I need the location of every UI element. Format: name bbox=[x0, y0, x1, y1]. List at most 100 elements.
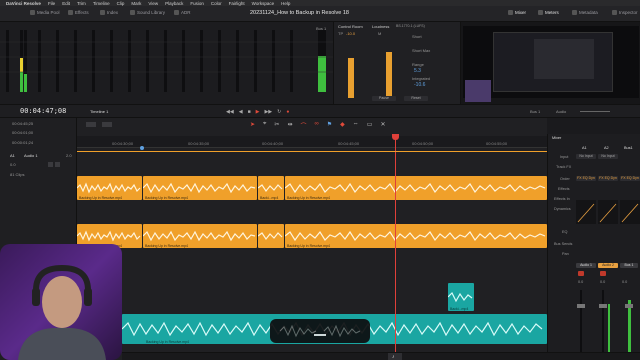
solo-button[interactable] bbox=[48, 162, 53, 167]
pointer-tool-icon[interactable]: ➤ bbox=[250, 121, 255, 130]
timeline-ruler[interactable] bbox=[77, 136, 547, 148]
fader-knob-bus1[interactable] bbox=[625, 304, 633, 308]
audio-label[interactable]: Audio bbox=[556, 109, 566, 114]
volume-slider[interactable] bbox=[580, 111, 610, 112]
record-icon[interactable]: ● bbox=[286, 109, 289, 115]
timeline-marker[interactable] bbox=[140, 146, 144, 150]
waveform bbox=[77, 230, 141, 242]
range-tool-icon[interactable]: ⌖ bbox=[263, 121, 266, 130]
zoom-icon[interactable]: ⇔ bbox=[353, 121, 359, 130]
video-viewer[interactable] bbox=[460, 22, 640, 104]
fader-track-a1[interactable] bbox=[580, 290, 582, 356]
tab-meters[interactable]: Meters bbox=[538, 10, 559, 15]
menu-clip[interactable]: Clip bbox=[117, 1, 125, 6]
loop-icon[interactable]: ↻ bbox=[277, 109, 281, 115]
marker-icon[interactable]: ◆ bbox=[340, 121, 345, 130]
order-a1[interactable]: FX EQ Dyn bbox=[576, 176, 596, 181]
tab-index[interactable]: Index bbox=[100, 10, 118, 15]
fit-icon[interactable]: ✕ bbox=[380, 121, 385, 130]
menu-view[interactable]: View bbox=[148, 1, 158, 6]
channel-name-bus1[interactable]: Bus 1 bbox=[620, 263, 638, 268]
tab-effects[interactable]: Effects bbox=[68, 10, 89, 15]
mixer-mute-a1[interactable] bbox=[578, 271, 584, 276]
timecode-display: 00:04:47;08 bbox=[20, 107, 67, 115]
audio-clip[interactable]: Backing Up in Resolve.mp4 bbox=[143, 224, 257, 248]
pan-label: Pan bbox=[562, 252, 569, 256]
viewer-webcam-thumb bbox=[465, 80, 491, 102]
sound-library-icon bbox=[130, 10, 135, 15]
tab-sound-library[interactable]: Sound Library bbox=[130, 10, 165, 15]
audio-clip[interactable]: Backi...mp4 bbox=[258, 176, 284, 200]
rewind-icon[interactable]: ◀◀ bbox=[226, 109, 234, 115]
audio-clip[interactable]: Backing Up in Resolve.mp4 bbox=[285, 176, 547, 200]
play-icon[interactable]: ▶ bbox=[256, 109, 260, 115]
menu-trim[interactable]: Trim bbox=[77, 1, 86, 6]
tab-inspector-label: Inspector bbox=[619, 10, 638, 15]
toolbar: Media Pool Effects Index Sound Library A… bbox=[0, 6, 640, 22]
input-select-a1[interactable]: No Input bbox=[576, 154, 596, 159]
nested-screen bbox=[493, 32, 613, 92]
audio-clip[interactable]: Backing Up in Resolve.mp4 bbox=[143, 176, 257, 200]
tab-mixer[interactable]: Mixer bbox=[508, 10, 526, 15]
audio-clip[interactable] bbox=[258, 224, 284, 248]
fader-knob-a1[interactable] bbox=[577, 304, 585, 308]
effects-in-label: Effects In bbox=[554, 197, 570, 201]
fader-knob-a2[interactable] bbox=[599, 304, 607, 308]
track-view-icon[interactable] bbox=[86, 122, 96, 127]
pause-button[interactable]: Pause bbox=[372, 96, 396, 101]
audio-clip-small[interactable]: Backi...mp4 bbox=[448, 283, 474, 311]
meter-bus1 bbox=[318, 56, 326, 92]
menu-help[interactable]: Help bbox=[281, 1, 290, 6]
track-format: 2.0 bbox=[66, 153, 72, 158]
blade-tool-icon[interactable]: ✂ bbox=[274, 121, 279, 130]
playhead[interactable] bbox=[395, 136, 396, 352]
fast-forward-icon[interactable]: ▶▶ bbox=[264, 109, 272, 115]
menu-timeline[interactable]: Timeline bbox=[93, 1, 110, 6]
menu-fairlight[interactable]: Fairlight bbox=[229, 1, 245, 6]
waveform-view-icon[interactable] bbox=[102, 122, 112, 127]
audio-clip[interactable]: Backing Up in Resolve.mp4 bbox=[285, 224, 547, 248]
tab-inspector[interactable]: Inspector bbox=[612, 10, 638, 15]
order-bus1[interactable]: FX EQ Dyn bbox=[620, 176, 640, 181]
reverse-icon[interactable]: ◀ bbox=[239, 109, 243, 115]
jog-scrubber[interactable] bbox=[270, 319, 370, 343]
link-icon[interactable]: ∞ bbox=[315, 121, 319, 130]
stop-icon[interactable]: ■ bbox=[248, 109, 251, 115]
flag-icon[interactable]: ⚑ bbox=[327, 121, 332, 130]
track-name[interactable]: Audio 1 bbox=[24, 153, 38, 158]
loudness-standard[interactable]: BS.1770-1 (LUFS) bbox=[396, 24, 425, 28]
tab-metadata[interactable]: Metadata bbox=[572, 10, 598, 15]
trim-tool-icon[interactable]: ⇹ bbox=[287, 121, 292, 130]
mute-button[interactable] bbox=[55, 162, 60, 167]
order-a2[interactable]: FX EQ Dyn bbox=[598, 176, 618, 181]
media-pool-icon bbox=[30, 10, 35, 15]
tab-mixer-label: Mixer bbox=[515, 10, 526, 15]
output-bus[interactable]: Bus 1 bbox=[530, 109, 540, 114]
input-select-a2[interactable]: No Input bbox=[598, 154, 618, 159]
playhead-handle[interactable] bbox=[392, 134, 399, 140]
menu-fusion[interactable]: Fusion bbox=[190, 1, 204, 6]
fairlight-page-tab[interactable] bbox=[388, 353, 402, 360]
tab-media-pool[interactable]: Media Pool bbox=[30, 10, 60, 15]
menu-edit[interactable]: Edit bbox=[62, 1, 70, 6]
auto-zoom-icon[interactable]: ▭ bbox=[367, 121, 373, 130]
loudness-title: Loudness bbox=[372, 24, 390, 29]
channel-name-a2[interactable]: Audio 2 bbox=[598, 263, 618, 268]
menu-color[interactable]: Color bbox=[211, 1, 222, 6]
mixer-mute-a2[interactable] bbox=[600, 271, 606, 276]
range-label: Range bbox=[412, 62, 424, 67]
channel-name-a1[interactable]: Audio 1 bbox=[576, 263, 596, 268]
menu-mark[interactable]: Mark bbox=[131, 1, 141, 6]
audio-clip[interactable]: Backing Up in Resolve.mp4 bbox=[77, 176, 142, 200]
short-label: Short bbox=[412, 34, 422, 39]
tab-adr[interactable]: ADR bbox=[174, 10, 191, 15]
app-menu[interactable]: DaVinci Resolve bbox=[6, 1, 41, 6]
menu-playback[interactable]: Playback bbox=[165, 1, 183, 6]
timeline-selector[interactable]: Timeline 1 bbox=[90, 109, 108, 114]
snap-icon[interactable]: ⌒ bbox=[300, 121, 306, 130]
menu-workspace[interactable]: Workspace bbox=[252, 1, 274, 6]
reset-button[interactable]: Reset bbox=[404, 96, 428, 101]
fader-track-a2[interactable] bbox=[602, 290, 604, 356]
dynamics-graphs[interactable] bbox=[576, 200, 640, 224]
menu-file[interactable]: File bbox=[48, 1, 55, 6]
